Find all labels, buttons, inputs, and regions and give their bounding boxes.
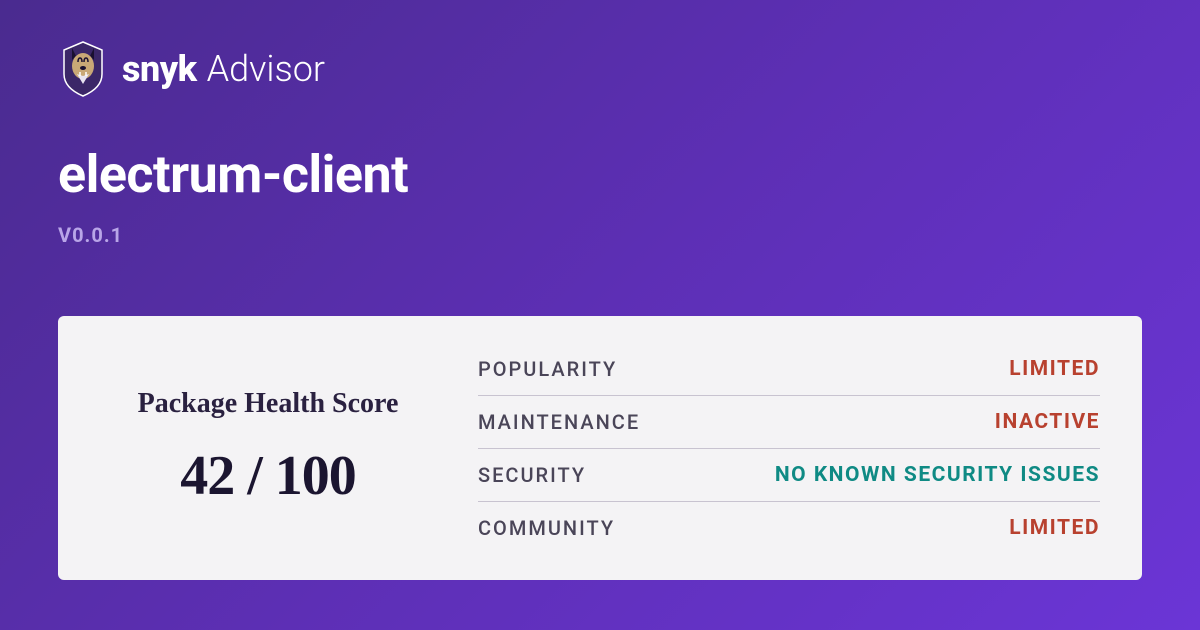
metric-label: POPULARITY bbox=[478, 357, 617, 381]
score-value: 42 / 100 bbox=[180, 444, 356, 508]
brand-name: snyk bbox=[122, 48, 197, 90]
snyk-dog-icon bbox=[58, 40, 108, 98]
metric-row-community: COMMUNITY LIMITED bbox=[478, 502, 1100, 554]
score-label: Package Health Score bbox=[138, 388, 399, 420]
package-name: electrum-client bbox=[58, 144, 1142, 205]
metric-row-maintenance: MAINTENANCE INACTIVE bbox=[478, 396, 1100, 449]
metric-row-security: SECURITY NO KNOWN SECURITY ISSUES bbox=[478, 449, 1100, 502]
metric-label: COMMUNITY bbox=[478, 516, 615, 540]
metrics-list: POPULARITY LIMITED MAINTENANCE INACTIVE … bbox=[478, 342, 1142, 554]
metric-value: NO KNOWN SECURITY ISSUES bbox=[775, 463, 1100, 487]
metric-label: SECURITY bbox=[478, 463, 586, 487]
health-card: Package Health Score 42 / 100 POPULARITY… bbox=[58, 316, 1142, 580]
package-version: V0.0.1 bbox=[58, 223, 1142, 247]
metric-value: LIMITED bbox=[1009, 516, 1100, 540]
metric-label: MAINTENANCE bbox=[478, 410, 640, 434]
score-section: Package Health Score 42 / 100 bbox=[58, 342, 478, 554]
brand-product: Advisor bbox=[207, 48, 325, 90]
logo-text: snyk Advisor bbox=[122, 48, 325, 90]
metric-value: INACTIVE bbox=[995, 410, 1100, 434]
metric-value: LIMITED bbox=[1009, 357, 1100, 381]
metric-row-popularity: POPULARITY LIMITED bbox=[478, 343, 1100, 396]
header: snyk Advisor bbox=[58, 40, 1142, 98]
